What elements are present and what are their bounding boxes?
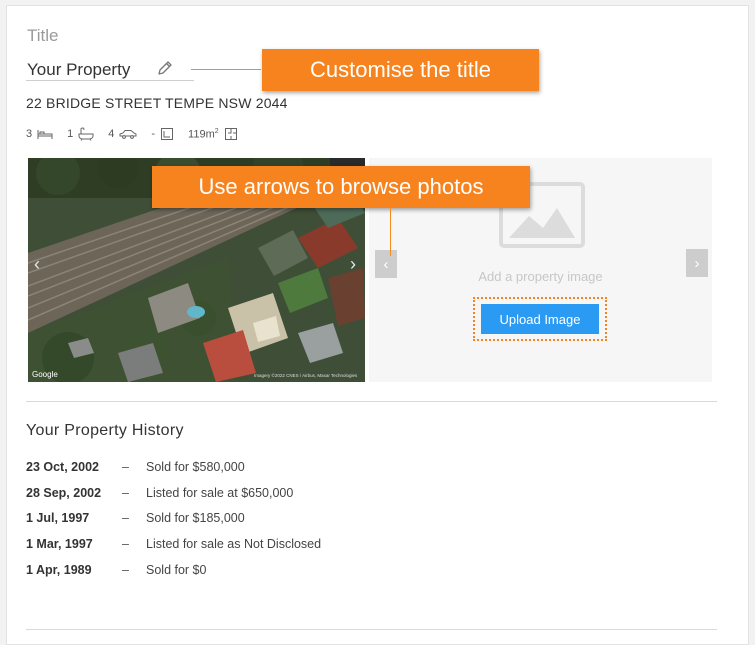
history-row: 1 Apr, 1989 – Sold for $0 [26,557,321,583]
imagery-credit: Imagery ©2022 CNES / Airbus, Maxar Techn… [254,373,358,378]
car-spaces-feature: 4 [108,128,137,140]
history-separator: – [122,537,129,552]
history-title: Your Property History [26,422,184,439]
land-icon [161,128,174,140]
photo-prev-arrow[interactable]: ‹ [34,254,40,275]
photo-next-arrow[interactable]: › [350,254,356,275]
history-row: 23 Oct, 2002 – Sold for $580,000 [26,454,321,480]
history-row: 1 Jul, 1997 – Sold for $185,000 [26,506,321,532]
title-label: Title [27,26,59,45]
customise-title-callout: Customise the title [262,49,539,91]
title-field[interactable]: Your Property [26,58,194,81]
history-date: 1 Mar, 1997 [26,537,93,552]
car-icon [119,130,137,139]
history-row: 1 Mar, 1997 – Listed for sale as Not Dis… [26,531,321,557]
history-separator: – [122,511,129,526]
upload-button-highlight: Upload Image [473,297,607,341]
land-feature: - [151,127,174,141]
history-event: Listed for sale at $650,000 [146,485,294,500]
history-date: 1 Jul, 1997 [26,511,90,526]
google-credit: Google [32,370,58,379]
gallery-prev-button[interactable]: ‹ [375,250,397,278]
land-size: - [151,128,156,140]
title-text[interactable]: Your Property [27,60,130,80]
history-event: Listed for sale as Not Disclosed [146,537,322,552]
history-event: Sold for $580,000 [146,459,245,474]
history-event: Sold for $185,000 [146,511,245,526]
bedrooms-feature: 3 [26,128,53,140]
upload-image-button[interactable]: Upload Image [481,304,599,334]
floor-area-value: 119m2 [188,127,219,141]
browse-photos-callout: Use arrows to browse photos [152,166,530,208]
history-date: 23 Oct, 2002 [26,459,99,474]
property-address: 22 BRIDGE STREET TEMPE NSW 2044 [26,95,288,111]
history-separator: – [122,459,129,474]
history-date: 28 Sep, 2002 [26,485,102,500]
history-date: 1 Apr, 1989 [26,563,92,578]
history-separator: – [122,563,129,578]
bedrooms-count: 3 [26,128,33,140]
callout-leader-line-vertical [390,208,391,256]
add-image-text: Add a property image [478,269,603,284]
bed-icon [37,130,53,139]
bottom-divider [26,629,717,630]
history-event: Sold for $0 [146,563,207,578]
property-features: 3 1 4 - 119m2 [26,126,252,142]
bathrooms-count: 1 [67,128,74,140]
history-separator: – [122,485,129,500]
callout-leader-line [191,69,261,70]
history-list: 23 Oct, 2002 – Sold for $580,000 28 Sep,… [26,454,321,583]
bathrooms-feature: 1 [67,127,94,141]
section-divider [26,401,717,402]
floor-area-feature: 119m2 [188,127,238,141]
car-spaces-count: 4 [108,128,115,140]
floorplan-icon [224,128,237,140]
gallery-next-button[interactable]: › [686,249,708,277]
pencil-icon[interactable] [156,59,174,77]
history-row: 28 Sep, 2002 – Listed for sale at $650,0… [26,480,321,506]
bath-icon [78,127,94,141]
